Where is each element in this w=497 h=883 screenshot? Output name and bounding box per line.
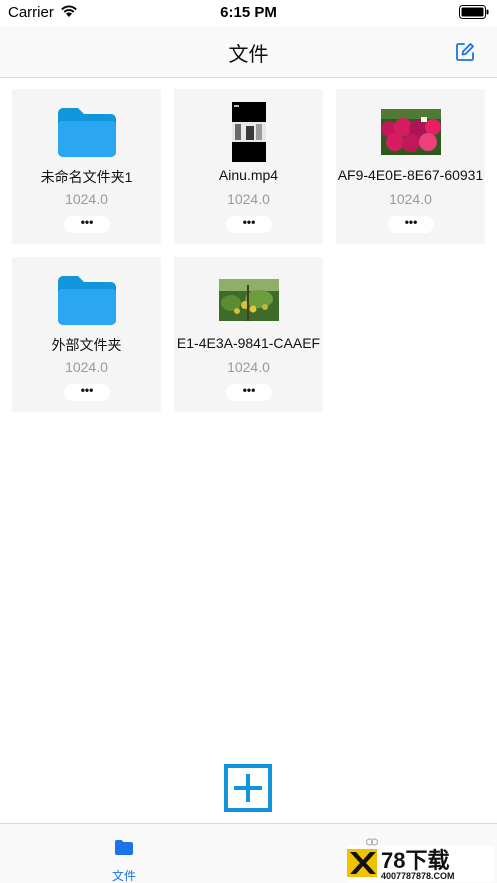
file-size: 1024.0 <box>389 191 432 207</box>
status-bar: Carrier 6:15 PM <box>0 0 497 26</box>
file-tile-video[interactable]: Ainu.mp4 1024.0 ••• <box>174 89 323 244</box>
add-button[interactable] <box>224 764 272 812</box>
file-name: Ainu.mp4 <box>218 167 279 183</box>
file-name: AF9-4E0E-8E67-60931 <box>337 167 484 183</box>
file-size: 1024.0 <box>227 191 270 207</box>
more-button[interactable]: ••• <box>64 216 110 233</box>
file-size: 1024.0 <box>65 191 108 207</box>
file-name: 未命名文件夹1 <box>40 169 133 185</box>
file-name: E1-4E3A-9841-CAAEF <box>176 335 321 351</box>
more-button[interactable]: ••• <box>64 384 110 401</box>
watermark-logo: 78下载 4007787878.COM <box>347 846 494 882</box>
edit-icon[interactable] <box>453 40 477 64</box>
svg-text:4007787878.COM: 4007787878.COM <box>381 871 455 881</box>
file-size: 1024.0 <box>65 359 108 375</box>
tab-files-label: 文件 <box>111 869 136 883</box>
video-thumbnail <box>231 102 266 162</box>
svg-text:78下载: 78下载 <box>381 848 449 873</box>
more-button[interactable]: ••• <box>226 216 272 233</box>
folder-icon <box>57 108 116 157</box>
clock: 6:15 PM <box>220 4 277 21</box>
page-title: 文件 <box>228 44 269 66</box>
more-button[interactable]: ••• <box>388 216 434 233</box>
navigation-bar: 文件 <box>0 26 497 78</box>
file-size: 1024.0 <box>227 359 270 375</box>
battery-icon <box>459 5 489 19</box>
file-tile-folder-1[interactable]: 未命名文件夹1 1024.0 ••• <box>12 89 161 244</box>
file-name: 外部文件夹 <box>51 337 122 353</box>
file-tile-folder-2[interactable]: 外部文件夹 1024.0 ••• <box>12 257 161 412</box>
more-button[interactable]: ••• <box>226 384 272 401</box>
folder-icon <box>57 276 116 325</box>
file-tile-image-1[interactable]: AF9-4E0E-8E67-60931 1024.0 ••• <box>336 89 485 244</box>
tab-files[interactable]: 文件 <box>98 824 150 883</box>
image-thumbnail <box>218 279 279 321</box>
image-thumbnail <box>380 109 441 155</box>
file-grid: 未命名文件夹1 1024.0 ••• Ainu.mp4 1024.0 ••• A… <box>0 79 497 823</box>
file-tile-image-2[interactable]: E1-4E3A-9841-CAAEF 1024.0 ••• <box>174 257 323 412</box>
folder-icon <box>115 840 133 855</box>
